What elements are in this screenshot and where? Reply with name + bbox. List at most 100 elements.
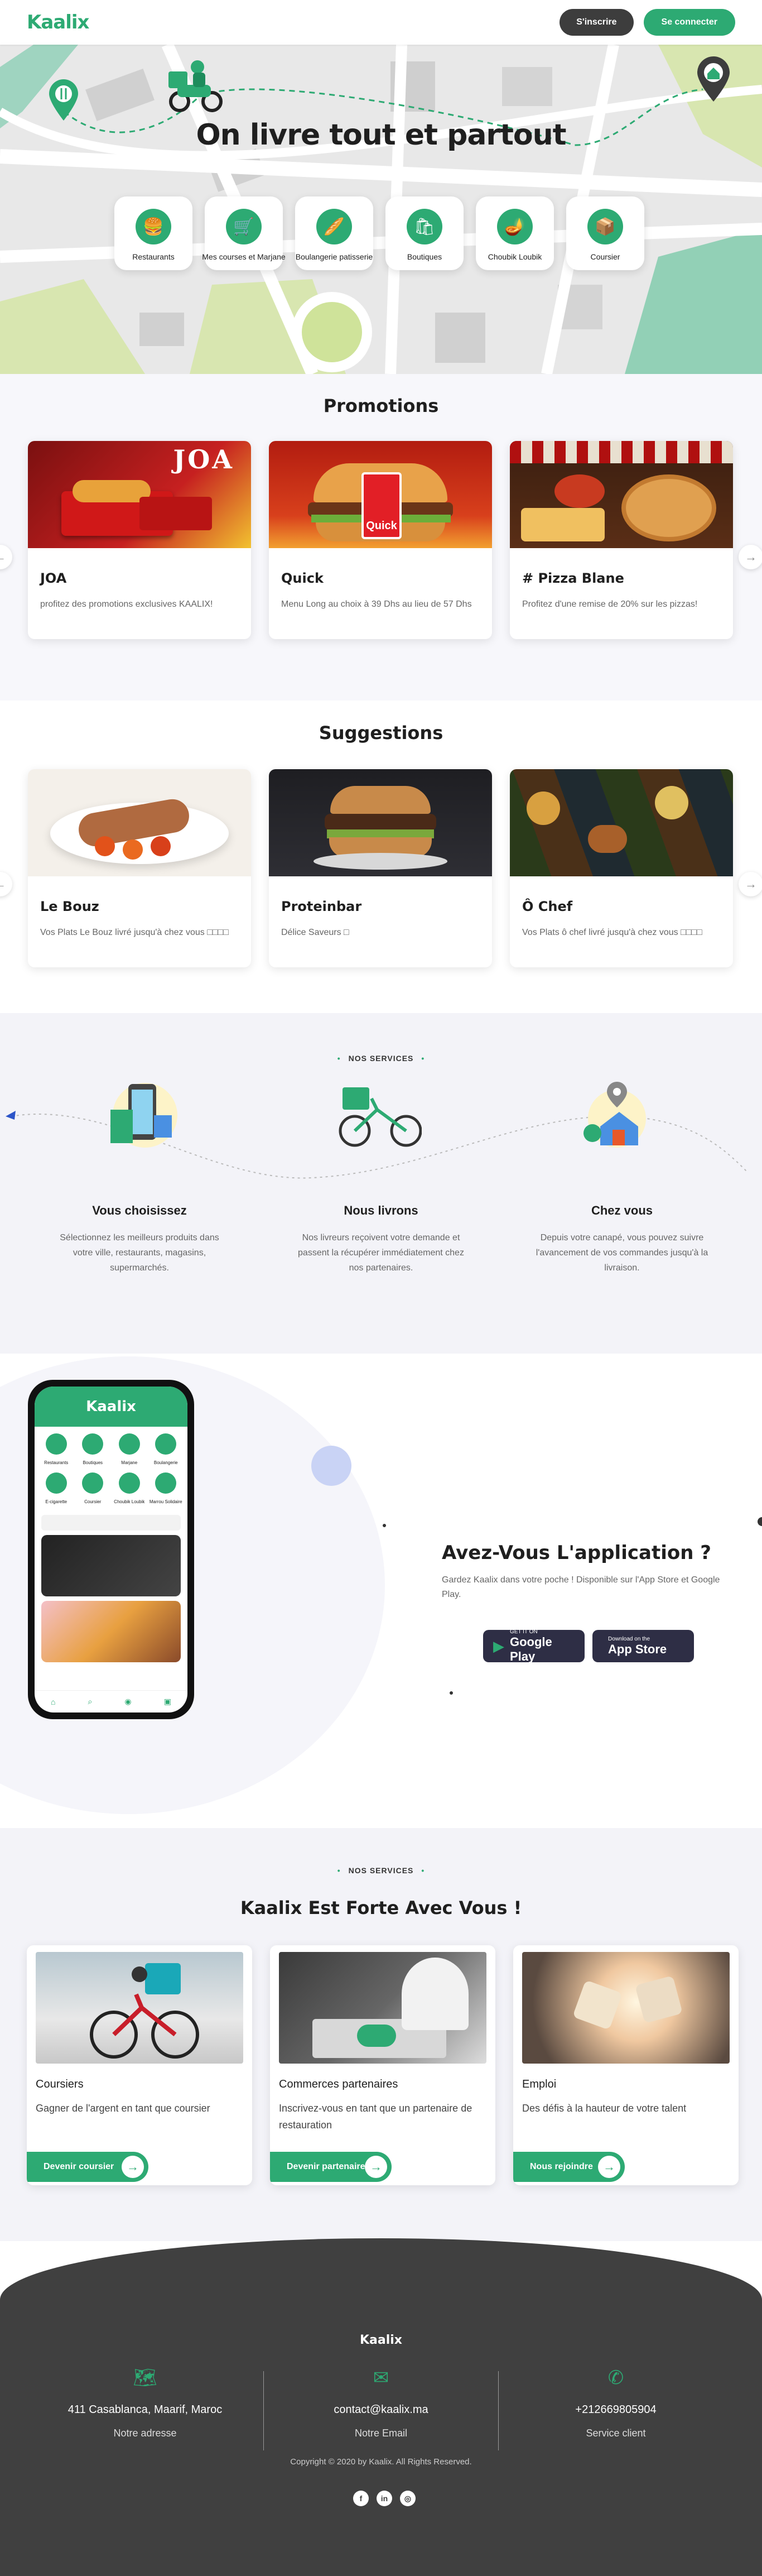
- app-title: Avez-Vous L'application ?: [442, 1542, 711, 1564]
- eyebrow-dot: •: [421, 1054, 425, 1063]
- phone-banner: [41, 1515, 181, 1531]
- promotions-next-arrow[interactable]: →: [739, 545, 762, 569]
- category-coursier[interactable]: 📦 Coursier: [566, 196, 644, 270]
- hero-map: On livre tout et partout 🍔 Restaurants 🛒…: [0, 45, 762, 374]
- partner-title: Emploi: [522, 2078, 557, 2090]
- partner-desc: Inscrivez-vous en tant que un partenaire…: [279, 2103, 472, 2131]
- promo-desc: profitez des promotions exclusives KAALI…: [40, 599, 213, 609]
- service-title: Chez vous: [591, 1203, 653, 1217]
- phone-bottom-nav: ⌂ ⌕ ◉ ▣: [35, 1690, 187, 1712]
- decoration-dot: [758, 1517, 762, 1526]
- app-store-button[interactable]: Download on the App Store: [592, 1630, 694, 1662]
- services-eyebrow: • NOS SERVICES •: [0, 1054, 762, 1063]
- category-boutiques[interactable]: 🛍 Boutiques: [385, 196, 464, 270]
- category-choubik[interactable]: 🪔 Choubik Loubik: [476, 196, 554, 270]
- phone-app-logo: Kaalix: [35, 1387, 187, 1427]
- phone-category: E-cigarette: [39, 1472, 74, 1506]
- promo-card[interactable]: # Pizza Blane Profitez d'une remise de 2…: [510, 441, 733, 639]
- promo-card[interactable]: JOA JOA profitez des promotions exclusiv…: [28, 441, 251, 639]
- header-actions: S'inscrire Se connecter: [560, 9, 735, 36]
- linkedin-icon[interactable]: in: [377, 2491, 392, 2506]
- category-label: Coursier: [590, 252, 620, 261]
- service-desc: Nos livreurs reçoivent votre demande et …: [298, 1233, 464, 1273]
- suggestion-desc: Vos Plats Le Bouz livré jusqu'à chez vou…: [40, 928, 229, 937]
- footer-logo[interactable]: Kaalix: [0, 2333, 762, 2347]
- promo-title: JOA: [40, 570, 67, 586]
- category-courses[interactable]: 🛒 Mes courses et Marjane: [202, 196, 286, 270]
- suggestion-title: Proteinbar: [281, 899, 362, 914]
- login-button[interactable]: Se connecter: [643, 9, 735, 36]
- signup-button[interactable]: S'inscrire: [560, 9, 634, 36]
- google-play-big: Google Play: [510, 1634, 552, 1663]
- phone-category-label: Choubik Loubik: [114, 1499, 145, 1504]
- social-links: f in ◎: [353, 2491, 416, 2506]
- phone-category-label: Boutiques: [83, 1460, 103, 1465]
- button-label: Nous rejoindre: [530, 2162, 593, 2171]
- phone-shopping-illustration: [106, 1082, 179, 1149]
- phone-category: Marrou Solidaire: [149, 1472, 184, 1506]
- facebook-icon[interactable]: f: [353, 2491, 369, 2506]
- suggestion-card[interactable]: Ô Chef Vos Plats ô chef livré jusqu'à ch…: [510, 769, 733, 967]
- google-play-icon: ▶: [493, 1637, 504, 1654]
- phone-category: Choubik Loubik: [112, 1472, 147, 1506]
- partners-eyebrow: • NOS SERVICES •: [0, 1866, 762, 1875]
- phone-home-icon: ⌂: [51, 1697, 56, 1706]
- suggestions-next-arrow[interactable]: →: [739, 872, 762, 896]
- eyebrow-dot: •: [421, 1866, 425, 1875]
- category-restaurants[interactable]: 🍔 Restaurants: [114, 196, 192, 270]
- copyright-text: Copyright © 2020 by Kaalix. All Rights R…: [290, 2457, 472, 2467]
- phone-category: Coursier: [76, 1472, 110, 1506]
- google-play-button[interactable]: ▶ GET IT ON Google Play: [483, 1629, 585, 1664]
- email-value[interactable]: contact@kaalix.ma: [264, 2404, 498, 2416]
- google-play-text: GET IT ON Google Play: [510, 1629, 575, 1664]
- bike-delivery-illustration: [338, 1082, 422, 1149]
- instagram-icon[interactable]: ◎: [400, 2491, 416, 2506]
- map-location-icon: 🗺: [133, 2367, 157, 2388]
- suggestion-card[interactable]: Proteinbar Délice Saveurs □: [269, 769, 492, 967]
- suggestion-card[interactable]: Le Bouz Vos Plats Le Bouz livré jusqu'à …: [28, 769, 251, 967]
- partners-eyebrow-text: NOS SERVICES: [348, 1866, 414, 1875]
- category-label: Boulangerie patisserie: [295, 252, 373, 261]
- phone-sushi-image: [41, 1535, 181, 1596]
- phone-pastry-image: [41, 1601, 181, 1662]
- become-courier-button[interactable]: Devenir coursier →: [27, 2152, 148, 2182]
- footer-phone: ✆ +212669805904 Service client: [499, 2367, 733, 2439]
- courier-bike-image: [36, 1952, 243, 2064]
- decoration-dot: [383, 1524, 386, 1527]
- promo-card[interactable]: Quick Quick Menu Long au choix à 39 Dhs …: [269, 441, 492, 639]
- category-label: Restaurants: [132, 252, 175, 261]
- suggestion-title: Le Bouz: [40, 899, 99, 914]
- phone-icon: ✆: [607, 2367, 624, 2388]
- join-us-button[interactable]: Nous rejoindre →: [513, 2152, 625, 2182]
- phone-mockup: Kaalix Restaurants Boutiques Marjane Bou…: [28, 1380, 194, 1719]
- suggestion-desc: Délice Saveurs □: [281, 928, 349, 937]
- partner-desc: Gagner de l'argent en tant que coursier: [36, 2103, 210, 2114]
- google-play-small: GET IT ON: [510, 1628, 538, 1635]
- chef-kitchen-image: [279, 1952, 486, 2064]
- phone-location-icon: ◉: [124, 1697, 132, 1706]
- category-list: 🍔 Restaurants 🛒 Mes courses et Marjane 🥖…: [114, 196, 644, 270]
- footer-email: ✉ contact@kaalix.ma Notre Email: [264, 2367, 498, 2439]
- phone-label: Service client: [586, 2428, 646, 2439]
- blue-decoration-circle: [311, 1446, 351, 1486]
- kaalix-logo[interactable]: Kaalix: [27, 11, 89, 33]
- become-partner-button[interactable]: Devenir partenaire →: [270, 2152, 392, 2182]
- partner-title: Commerces partenaires: [279, 2078, 398, 2090]
- phone-value[interactable]: +212669805904: [499, 2404, 733, 2416]
- partner-cards: Coursiers Gagner de l'argent en tant que…: [27, 1945, 739, 2185]
- category-boulangerie[interactable]: 🥖 Boulangerie patisserie: [295, 196, 373, 270]
- partner-card-emploi: Emploi Des défis à la hauteur de votre t…: [513, 1945, 739, 2185]
- promotions-cards: JOA JOA profitez des promotions exclusiv…: [28, 441, 733, 639]
- button-label: Devenir partenaire: [287, 2162, 365, 2171]
- category-label: Boutiques: [407, 252, 442, 261]
- service-deliver: Nous livrons Nos livreurs reçoivent votr…: [292, 1203, 470, 1275]
- suggestion-image-lebouz: [28, 769, 251, 876]
- phone-category-label: Marrou Solidaire: [149, 1499, 182, 1504]
- category-label: Mes courses et Marjane: [202, 252, 286, 261]
- phone-category-label: Marjane: [121, 1460, 138, 1465]
- suggestion-title: Ô Chef: [522, 899, 573, 914]
- suggestion-desc: Vos Plats ô chef livré jusqu'à chez vous…: [522, 928, 702, 937]
- home-pin-icon: [695, 56, 732, 102]
- phone-category-label: Boulangerie: [153, 1460, 178, 1465]
- promo-desc: Menu Long au choix à 39 Dhs au lieu de 5…: [281, 599, 472, 609]
